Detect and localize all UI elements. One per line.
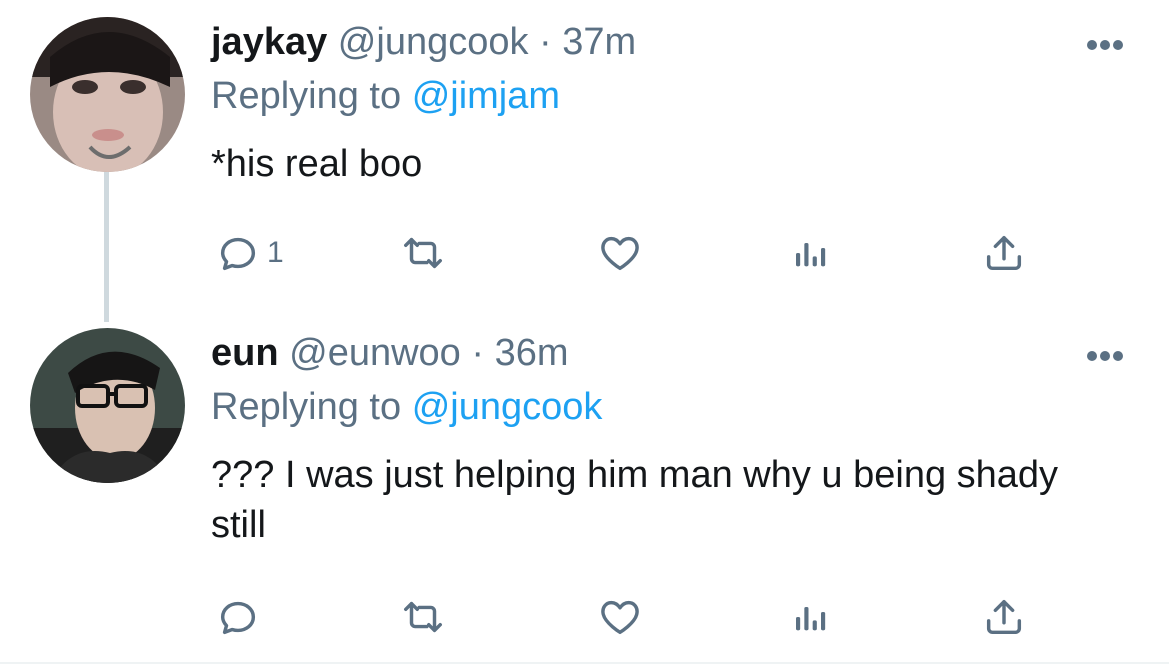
reply-button[interactable] — [215, 592, 267, 642]
heart-icon — [601, 600, 639, 635]
avatar[interactable] — [30, 328, 185, 483]
share-icon — [986, 599, 1022, 635]
analytics-icon — [796, 607, 826, 631]
separator-dot: · — [471, 332, 485, 374]
analytics-button[interactable] — [791, 592, 831, 642]
timestamp[interactable]: 36m — [495, 332, 569, 374]
more-icon — [1087, 351, 1123, 361]
retweet-button[interactable] — [399, 592, 447, 642]
tweet-2[interactable]: eun @eunwoo · 36m Replying to @jungcook … — [0, 0, 1169, 666]
more-options-button[interactable] — [1085, 349, 1125, 363]
tweet-header: eun @eunwoo · 36m — [211, 331, 569, 375]
replying-to-label: Replying to — [211, 386, 402, 428]
user-handle[interactable]: @eunwoo — [289, 332, 461, 374]
reply-icon — [220, 601, 256, 635]
replying-to-mention[interactable]: @jungcook — [412, 386, 603, 428]
like-button[interactable] — [597, 592, 643, 642]
display-name[interactable]: eun — [211, 332, 279, 374]
retweet-icon — [404, 601, 442, 633]
replying-to-line: Replying to @jungcook — [211, 385, 602, 429]
tweet-actions — [211, 592, 1041, 642]
share-button[interactable] — [981, 592, 1027, 642]
divider — [0, 662, 1169, 664]
tweet-text: ??? I was just helping him man why u bei… — [211, 454, 1059, 546]
